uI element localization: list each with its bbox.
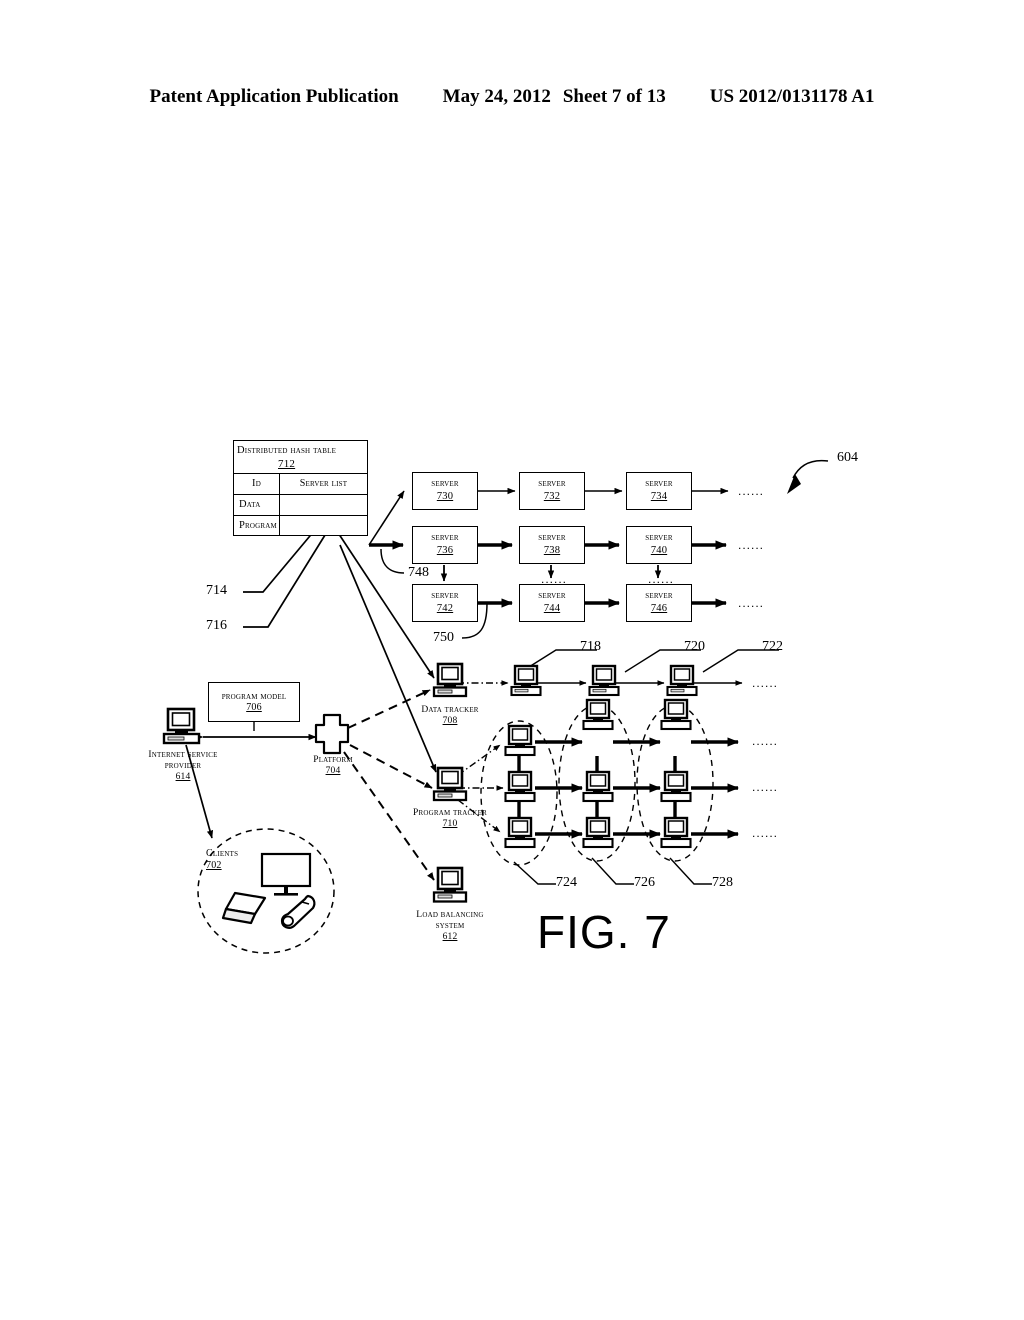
load-balancing-system-icon[interactable]	[430, 866, 470, 908]
program-model-label: Program Model	[221, 690, 287, 702]
dht-col-id: ID	[234, 474, 280, 494]
server-row3-continuation: ......	[738, 596, 765, 610]
load-balancing-system-caption: Load Balancing System 612	[416, 910, 484, 943]
dht-row-program-list	[280, 516, 367, 536]
client-phone-icon[interactable]	[278, 893, 322, 935]
platform-caption: Platform 704	[313, 755, 353, 777]
internet-service-provider-caption: Internet Service Provider 614	[148, 750, 218, 783]
patent-figure: Distributed Hash Table 712 ID Server lis…	[0, 0, 1024, 1320]
data-tracker-caption: Data Tracker 708	[421, 705, 479, 727]
ref-604: 604	[837, 450, 858, 465]
distributed-hash-table: Distributed Hash Table 712 ID Server lis…	[233, 440, 368, 537]
ref-716: 716	[206, 618, 227, 633]
ref-720: 720	[684, 639, 705, 654]
ref-728: 728	[712, 875, 733, 890]
program-tracker-caption: Program tracker 710	[412, 808, 488, 830]
program-tracker-icon[interactable]	[430, 766, 470, 806]
dht-col-server-list: Server list	[299, 478, 348, 490]
server-740-down-continuation: ......	[648, 572, 675, 586]
ref-750: 750	[433, 630, 454, 645]
program-node-r3c1-icon[interactable]	[503, 816, 537, 850]
ref-722: 722	[762, 639, 783, 654]
client-laptop-icon[interactable]	[221, 890, 273, 930]
dht-row-data-id: Data	[234, 494, 280, 515]
server-box-746[interactable]: Server 746	[626, 584, 692, 622]
program-model-box: Program Model 706	[208, 682, 300, 722]
dht-row-program-id: Program	[234, 515, 280, 536]
dht-title: Distributed Hash Table 712	[237, 445, 337, 470]
program-node-r1c1-icon[interactable]	[503, 724, 537, 758]
program-node-r2c3-icon[interactable]	[659, 770, 693, 804]
dht-title-row: Distributed Hash Table 712	[234, 441, 367, 473]
server-box-744[interactable]: Server 744	[519, 584, 585, 622]
server-box-734[interactable]: Server 734	[626, 472, 692, 510]
internet-service-provider-icon[interactable]	[160, 707, 204, 749]
program-node-r1c2-icon[interactable]	[581, 698, 615, 732]
server-box-738[interactable]: Server 738	[519, 526, 585, 564]
data-row-continuation: ......	[752, 676, 779, 690]
program-model-ref: 706	[246, 702, 262, 713]
ref-726: 726	[634, 875, 655, 890]
ref-714: 714	[206, 583, 227, 598]
dht-row-data-list	[280, 495, 367, 515]
dht-row-data: Data	[234, 493, 367, 515]
server-box-732[interactable]: Server 732	[519, 472, 585, 510]
data-tracker-icon[interactable]	[430, 662, 470, 702]
server-box-740[interactable]: Server 740	[626, 526, 692, 564]
program-node-r2c2-icon[interactable]	[581, 770, 615, 804]
ref-724: 724	[556, 875, 577, 890]
data-node-718-icon[interactable]	[508, 664, 544, 700]
ref-748: 748	[408, 565, 429, 580]
program-row3-continuation: ......	[752, 826, 779, 840]
server-box-742[interactable]: Server 742	[412, 584, 478, 622]
platform-icon[interactable]	[313, 712, 351, 758]
ref-718: 718	[580, 639, 601, 654]
data-node-720-icon[interactable]	[586, 664, 622, 700]
server-row2-continuation: ......	[738, 538, 765, 552]
program-node-r3c2-icon[interactable]	[581, 816, 615, 850]
program-row2-continuation: ......	[752, 780, 779, 794]
figure-connectors	[185, 459, 829, 954]
server-box-730[interactable]: Server 730	[412, 472, 478, 510]
data-node-722-icon[interactable]	[664, 664, 700, 700]
program-node-r3c3-icon[interactable]	[659, 816, 693, 850]
figure-label: FIG. 7	[537, 906, 671, 958]
program-node-r2c1-icon[interactable]	[503, 770, 537, 804]
server-738-down-continuation: ......	[541, 572, 568, 586]
server-row1-continuation: ......	[738, 484, 765, 498]
program-node-r1c3-icon[interactable]	[659, 698, 693, 732]
program-row1-continuation: ......	[752, 734, 779, 748]
dht-row-program: Program	[234, 514, 367, 536]
server-box-736[interactable]: Server 736	[412, 526, 478, 564]
dht-header-row: ID Server list	[234, 473, 367, 494]
dht-ref: 712	[278, 457, 296, 470]
